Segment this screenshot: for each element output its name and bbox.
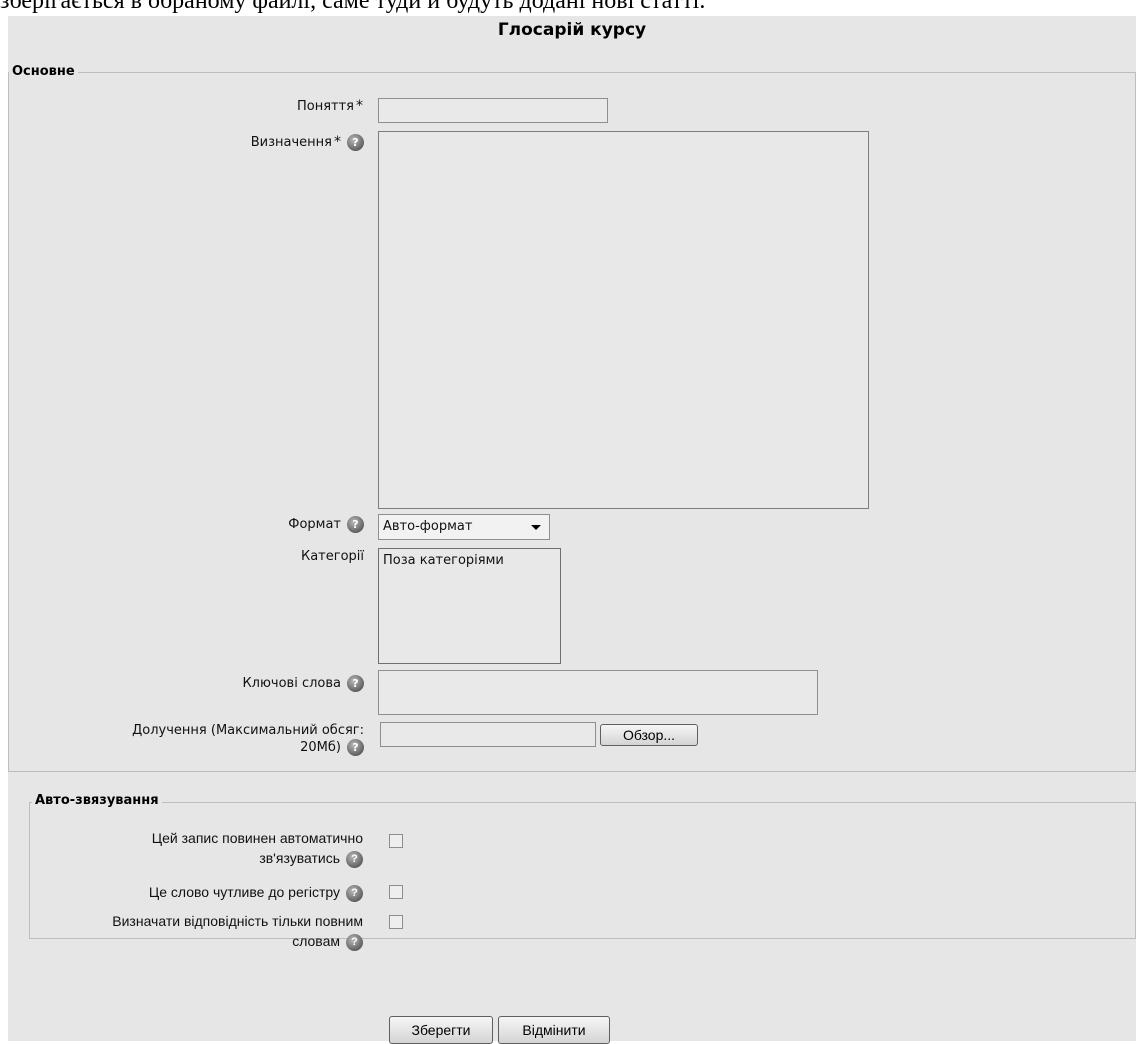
required-asterisk: * (356, 98, 363, 114)
required-asterisk: * (334, 134, 341, 150)
format-select[interactable]: Авто-формат (378, 514, 550, 540)
fullmatch-label: Визначати відповідність тільки повним сл… (28, 911, 363, 951)
definition-textarea[interactable] (378, 131, 869, 509)
categories-label: Категорії (300, 549, 364, 564)
autolink-label-line2-row: зв'язуватись? (48, 848, 363, 868)
autolink-legend: Авто-звязування (32, 793, 162, 808)
help-icon[interactable]: ? (347, 516, 364, 533)
attachment-label-line1: Долучення (Максимальний обсяг: (132, 723, 364, 738)
case-sensitive-label-row: Це слово чутливе до регістру? (48, 882, 363, 902)
help-icon[interactable]: ? (347, 675, 364, 692)
fullmatch-label-line1: Визначати відповідність тільки повним (112, 913, 363, 929)
fullmatch-label-line2: словам (292, 933, 340, 949)
chevron-down-icon (531, 525, 541, 530)
help-icon[interactable]: ? (346, 884, 363, 902)
attachment-file-input[interactable] (380, 722, 596, 747)
keywords-label-row: Ключові слова? (158, 675, 364, 692)
definition-label-row: Визначення *? (158, 134, 364, 151)
main-legend: Основне (9, 64, 78, 79)
help-icon[interactable]: ? (346, 850, 363, 868)
categories-listbox[interactable]: Поза категоріями (378, 548, 561, 664)
attachment-label: Долучення (Максимальний обсяг: 20Мб)? (38, 722, 364, 756)
concept-label: Поняття (296, 99, 354, 114)
help-icon[interactable]: ? (346, 933, 363, 951)
format-label: Формат (288, 517, 341, 532)
format-selected-value: Авто-формат (383, 519, 473, 534)
form-title: Глосарій курсу (497, 20, 647, 40)
attachment-label-line2-row: 20Мб)? (38, 739, 364, 756)
case-sensitive-checkbox[interactable] (389, 885, 403, 899)
fullmatch-label-line2-row: словам? (28, 931, 363, 951)
categories-option[interactable]: Поза категоріями (383, 553, 556, 568)
keywords-label: Ключові слова (242, 676, 341, 691)
autolink-label-line1: Цей запис повинен автоматично (151, 830, 363, 846)
definition-label: Визначення (250, 135, 332, 150)
autolink-label-line2: зв'язуватись (259, 850, 340, 866)
autolink-checkbox[interactable] (389, 834, 403, 848)
concept-input[interactable] (378, 98, 608, 123)
fullmatch-checkbox[interactable] (389, 915, 403, 929)
concept-label-row: Поняття * (158, 98, 363, 115)
document-text-line: зберігається в обраному файлі, саме туди… (0, 0, 706, 14)
attachment-label-line2: 20Мб) (300, 740, 341, 755)
help-icon[interactable]: ? (347, 134, 364, 151)
help-icon[interactable]: ? (347, 739, 364, 756)
browse-button[interactable]: Обзор... (600, 724, 698, 746)
format-label-row: Формат? (158, 516, 364, 533)
glossary-form-panel: Глосарій курсу Основне Поняття * Визначен… (8, 16, 1136, 1044)
autolink-label: Цей запис повинен автоматично зв'язувати… (48, 828, 363, 868)
case-sensitive-label: Це слово чутливе до регістру (148, 884, 340, 900)
save-button[interactable]: Зберегти (389, 1016, 493, 1044)
cancel-button[interactable]: Відмінити (498, 1016, 610, 1044)
keywords-input[interactable] (378, 670, 818, 715)
